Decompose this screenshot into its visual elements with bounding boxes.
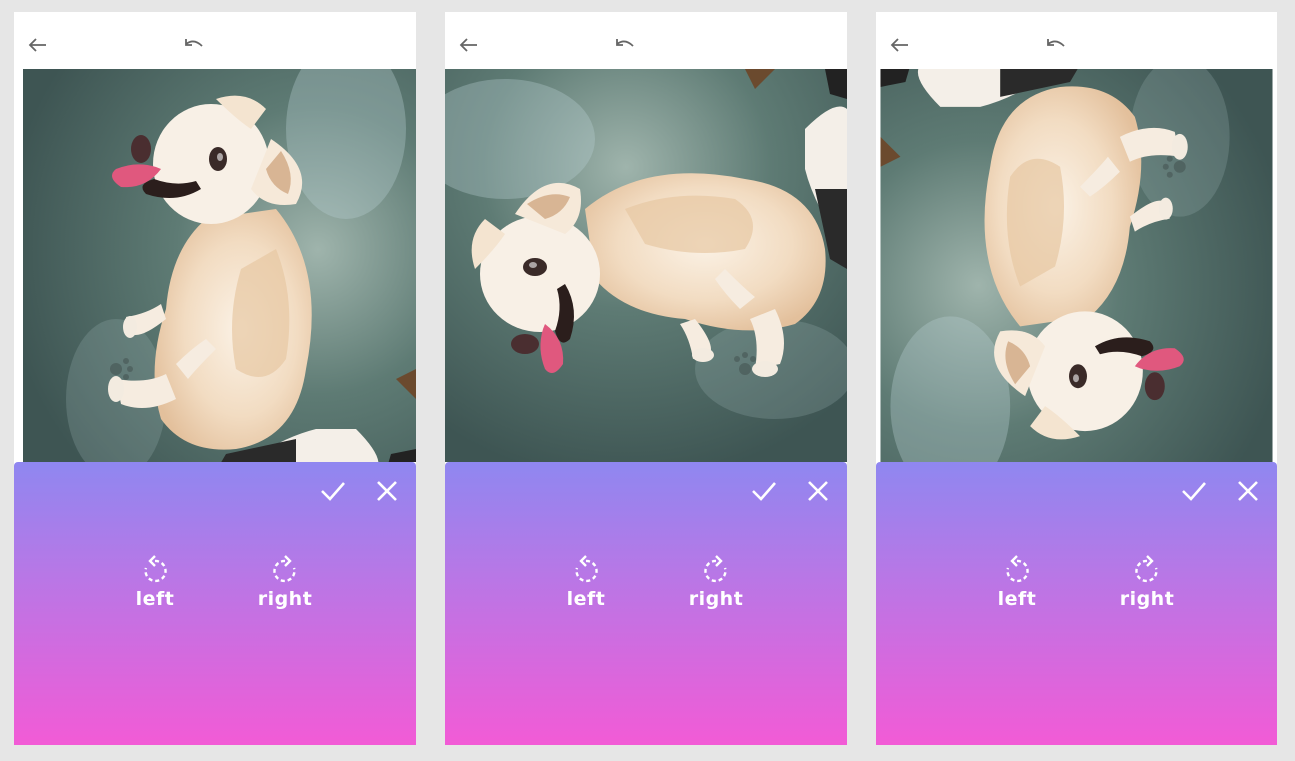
rotate-sheet: left right	[445, 462, 847, 745]
rotate-left-label: left	[566, 588, 606, 610]
undo-icon[interactable]	[182, 38, 204, 54]
rotate-left-icon	[1006, 555, 1029, 583]
close-icon[interactable]	[374, 478, 400, 504]
rotate-right-button[interactable]: right	[676, 555, 756, 610]
arrow-left-icon[interactable]	[28, 38, 48, 52]
rotate-left-button[interactable]: left	[115, 555, 195, 610]
rotate-left-icon	[144, 555, 167, 583]
rotate-left-button[interactable]: left	[977, 555, 1057, 610]
rotate-right-icon	[273, 555, 296, 583]
photo-preview	[14, 69, 416, 462]
checkmark-icon[interactable]	[320, 478, 346, 504]
rotate-left-label: left	[997, 588, 1037, 610]
undo-icon[interactable]	[613, 38, 635, 54]
rotate-left-button[interactable]: left	[546, 555, 626, 610]
rotate-left-icon	[575, 555, 598, 583]
rotate-right-icon	[704, 555, 727, 583]
rotate-right-button[interactable]: right	[1107, 555, 1187, 610]
arrow-left-icon[interactable]	[459, 38, 479, 52]
rotate-sheet: left right	[14, 462, 416, 745]
rotate-right-label: right	[1119, 588, 1175, 610]
checkmark-icon[interactable]	[1181, 478, 1207, 504]
rotate-right-icon	[1135, 555, 1158, 583]
checkmark-icon[interactable]	[751, 478, 777, 504]
photo-preview	[445, 69, 847, 462]
rotate-left-label: left	[135, 588, 175, 610]
arrow-left-icon[interactable]	[890, 38, 910, 52]
undo-icon[interactable]	[1044, 38, 1066, 54]
rotate-right-label: right	[257, 588, 313, 610]
close-icon[interactable]	[805, 478, 831, 504]
rotate-right-label: right	[688, 588, 744, 610]
top-toolbar	[14, 12, 416, 69]
close-icon[interactable]	[1235, 478, 1261, 504]
rotate-sheet: left right	[876, 462, 1277, 745]
editor-panel-1: left right	[14, 12, 416, 745]
top-toolbar	[876, 12, 1277, 69]
editor-panel-3: left right	[876, 12, 1277, 745]
top-toolbar	[445, 12, 847, 69]
rotate-right-button[interactable]: right	[245, 555, 325, 610]
photo-preview	[876, 69, 1277, 462]
editor-panel-2: left right	[445, 12, 847, 745]
